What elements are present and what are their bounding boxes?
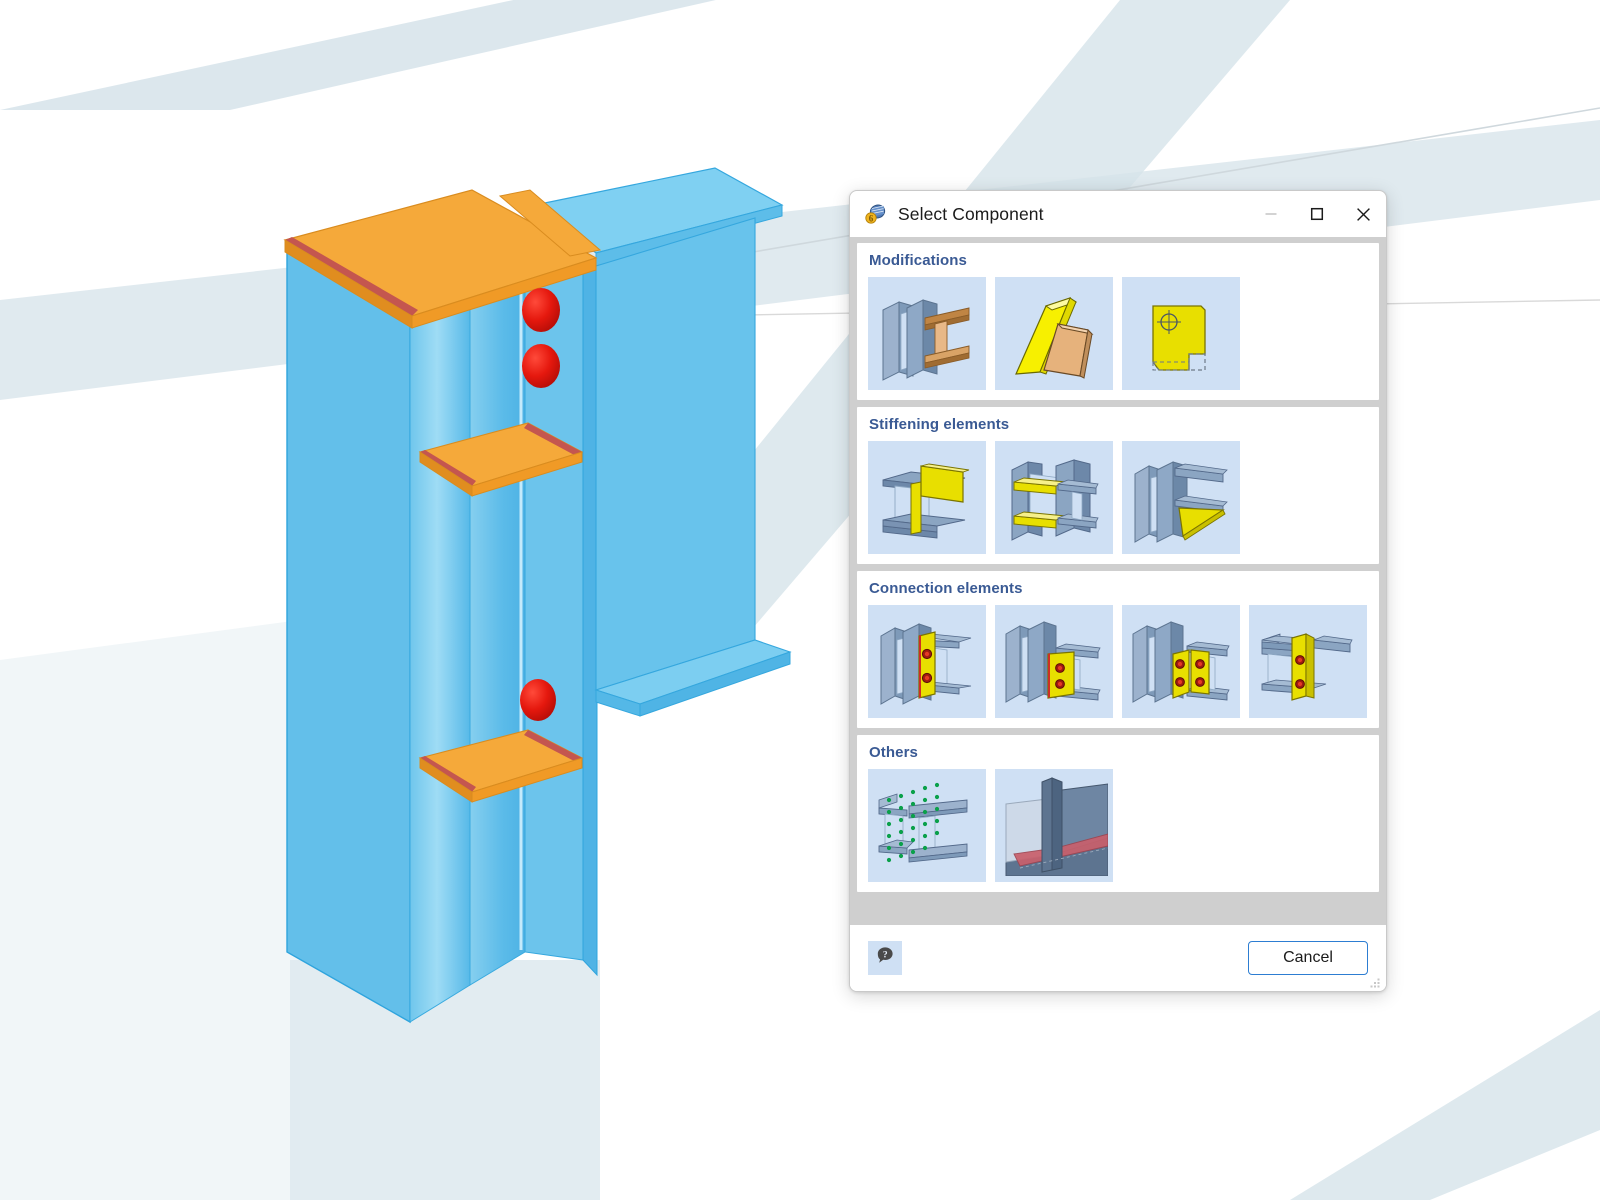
help-button[interactable]: ? — [868, 941, 902, 975]
svg-text:6: 6 — [869, 214, 874, 224]
tile-other-weld-seam[interactable] — [995, 769, 1113, 882]
dialog-titlebar[interactable]: 6 Select Component — [850, 191, 1386, 237]
section-others: Others — [857, 735, 1379, 892]
dialog-title: Select Component — [898, 203, 1044, 224]
section-stiffening-elements: Stiffening elements — [857, 407, 1379, 564]
close-button[interactable] — [1340, 191, 1386, 237]
tile-row-connection-elements — [868, 605, 1368, 718]
section-modifications: Modifications — [857, 243, 1379, 400]
horizontal-stiffener-pair-icon — [1011, 458, 1099, 541]
section-title-connection-elements: Connection elements — [869, 580, 1023, 597]
cancel-button[interactable]: Cancel — [1248, 941, 1368, 975]
yellow-plate-notch-icon — [1152, 304, 1206, 371]
fin-plate-two-bolts-icon — [1005, 620, 1101, 703]
tile-stiffener-horizontal-pair[interactable] — [995, 441, 1113, 554]
end-plate-two-bolts-icon — [880, 622, 972, 705]
tile-row-stiffening-elements — [868, 441, 1368, 554]
dialog-content: Modifications Stiffening elements Connec… — [850, 237, 1386, 925]
vertical-web-stiffener-icon — [882, 463, 970, 539]
component-catalog-icon: 6 — [864, 202, 888, 226]
bolt-grid-pattern-icon — [878, 782, 968, 862]
section-title-others: Others — [869, 744, 918, 761]
yellow-plate-bend-icon — [1015, 296, 1094, 379]
bolt-1 — [522, 288, 560, 332]
section-title-modifications: Modifications — [869, 252, 967, 269]
svg-text:?: ? — [883, 950, 888, 960]
angle-cleat-bolts-icon — [1261, 632, 1353, 701]
tile-stiffener-haunch[interactable] — [1122, 441, 1240, 554]
tile-connection-angle-cleat[interactable] — [1249, 605, 1367, 718]
tile-connection-fin-plate[interactable] — [995, 605, 1113, 718]
tile-connection-end-plate[interactable] — [868, 605, 986, 718]
splice-plate-four-bolts-icon — [1132, 620, 1230, 703]
section-title-stiffening-elements: Stiffening elements — [869, 416, 1010, 433]
window-controls — [1248, 191, 1386, 237]
bolt-3 — [520, 679, 556, 721]
triangular-haunch-icon — [1134, 460, 1228, 543]
dialog-footer: ? Cancel — [850, 925, 1386, 991]
tile-stiffener-web-vertical[interactable] — [868, 441, 986, 554]
minimize-button[interactable] — [1248, 191, 1294, 237]
tile-row-others — [868, 769, 1368, 882]
tile-modification-beam-cut[interactable] — [868, 277, 986, 390]
select-component-dialog[interactable]: 6 Select Component Modifications Stiffen… — [849, 190, 1387, 992]
tile-connection-splice-plate[interactable] — [1122, 605, 1240, 718]
tile-modification-notch[interactable] — [1122, 277, 1240, 390]
resize-grip[interactable] — [1370, 976, 1381, 988]
bolt-2 — [522, 344, 560, 388]
help-question-bubble-icon: ? — [874, 945, 896, 972]
weld-seam-icon — [1005, 776, 1108, 876]
tile-other-bolt-grid[interactable] — [868, 769, 986, 882]
tile-row-modifications — [868, 277, 1368, 390]
tile-modification-plate-fold[interactable] — [995, 277, 1113, 390]
section-connection-elements: Connection elements — [857, 571, 1379, 728]
beam-through-plates-icon — [882, 298, 970, 381]
maximize-button[interactable] — [1294, 191, 1340, 237]
